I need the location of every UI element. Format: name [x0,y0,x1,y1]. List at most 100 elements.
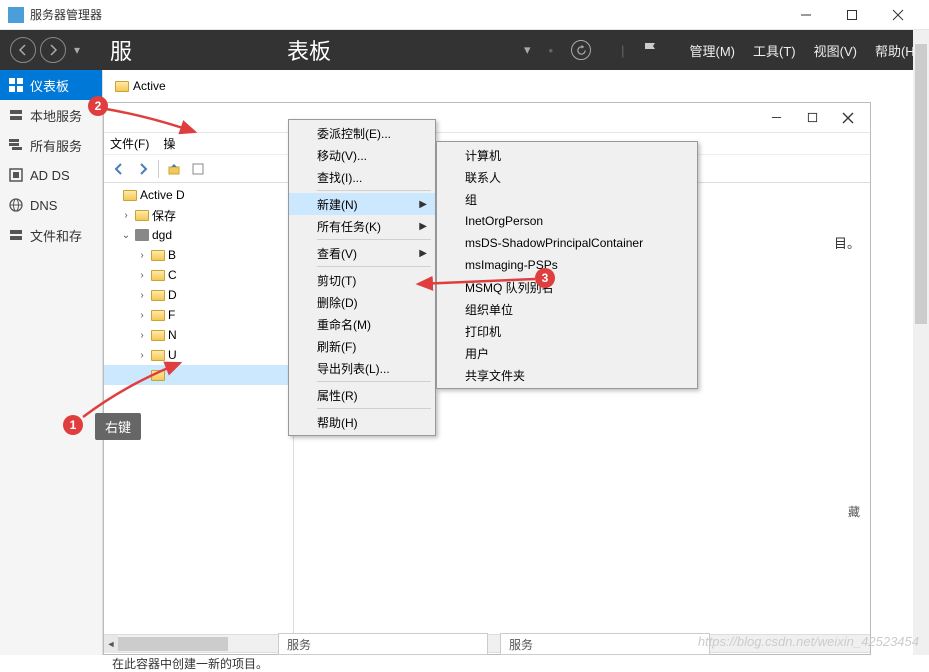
files-icon [8,227,24,243]
submenu-ou[interactable]: 组织单位 [437,298,697,320]
vertical-scrollbar[interactable] [913,30,929,655]
submenu-arrow-icon: ▶ [419,248,427,259]
status-bar: 在此容器中创建一新的项目。 [104,652,870,672]
maximize-button[interactable] [829,0,875,30]
tree-panel[interactable]: Active D ›保存 ⌄dgd ›B ›C ›D ›F ›N ›U [104,183,294,634]
submenu-computer[interactable]: 计算机 [437,144,697,166]
tree-node-selected[interactable] [104,365,293,385]
header-title: 服表板 [110,34,524,66]
annotation-badge-3: 3 [535,268,555,288]
scroll-thumb[interactable] [915,44,927,324]
scroll-left-icon[interactable]: ◄ [104,635,118,653]
submenu-contact[interactable]: 联系人 [437,166,697,188]
folder-icon [151,270,165,281]
flag-icon[interactable] [643,42,657,58]
folder-icon [151,250,165,261]
inner-maximize-button[interactable] [794,106,830,130]
submenu-msds[interactable]: msDS-ShadowPrincipalContainer [437,232,697,254]
menu-alltasks[interactable]: 所有任务(K)▶ [289,215,435,237]
tree-node[interactable]: ›U [104,345,293,365]
sidebar-item-files[interactable]: 文件和存 [0,220,102,250]
menu-properties[interactable]: 属性(R) [289,384,435,406]
submenu-msimaging[interactable]: msImaging-PSPs [437,254,697,276]
menu-cut[interactable]: 剪切(T) [289,269,435,291]
tree-node[interactable]: ›C [104,265,293,285]
watermark: https://blog.csdn.net/weixin_42523454 [698,634,919,649]
tb-forward-button[interactable] [132,158,154,180]
menu-export[interactable]: 导出列表(L)... [289,357,435,379]
sidebar-item-label: AD DS [30,168,70,183]
servers-icon [8,137,24,153]
folder-icon [151,310,165,321]
menu-rename[interactable]: 重命名(M) [289,313,435,335]
strip-label: Active [133,79,166,93]
tree-node[interactable]: ›N [104,325,293,345]
bottom-fragment: 服务 [278,633,488,655]
dashboard-icon [8,77,24,93]
annotation-badge-2: 2 [88,96,108,116]
adds-icon [8,167,24,183]
tb-more-button[interactable] [187,158,209,180]
submenu-group[interactable]: 组 [437,188,697,210]
sidebar-item-label: DNS [30,198,57,213]
nav-dropdown-icon[interactable]: ▾ [74,43,80,57]
submenu-msmq[interactable]: MSMQ 队列别名 [437,276,697,298]
tb-up-button[interactable] [163,158,185,180]
folder-icon [151,350,165,361]
sidebar-item-local[interactable]: 本地服务 [0,100,102,130]
window-title: 服务器管理器 [30,6,783,23]
server-icon [8,107,24,123]
sidebar-item-label: 所有服务 [30,136,82,155]
tree-node[interactable]: ›D [104,285,293,305]
sidebar-item-all[interactable]: 所有服务 [0,130,102,160]
tree-node[interactable]: ›保存 [104,205,293,225]
menu-help[interactable]: 帮助(H) [289,411,435,433]
refresh-button[interactable] [571,40,591,60]
nav-forward-button[interactable] [40,37,66,63]
menu-view[interactable]: 查看(V)▶ [289,242,435,264]
tree-root[interactable]: Active D [104,185,293,205]
submenu-printer[interactable]: 打印机 [437,320,697,342]
header-dropdown-icon[interactable]: ▾ [524,42,531,58]
folder-icon [135,210,149,221]
tb-back-button[interactable] [108,158,130,180]
sidebar-item-dns[interactable]: DNS [0,190,102,220]
menu-refresh[interactable]: 刷新(F) [289,335,435,357]
nav-back-button[interactable] [10,37,36,63]
folder-icon [151,290,165,301]
inner-close-button[interactable] [830,106,866,130]
scroll-thumb[interactable] [118,637,228,651]
sidebar-item-dashboard[interactable]: 仪表板 [0,70,102,100]
details-text: 目。 [834,233,860,252]
menu-move[interactable]: 移动(V)... [289,144,435,166]
window-titlebar: 服务器管理器 [0,0,929,30]
submenu-arrow-icon: ▶ [419,199,427,210]
inner-minimize-button[interactable] [758,106,794,130]
sidebar-item-adds[interactable]: AD DS [0,160,102,190]
tree-node[interactable]: ›F [104,305,293,325]
menu-find[interactable]: 查找(I)... [289,166,435,188]
domain-icon [135,229,149,241]
close-button[interactable] [875,0,921,30]
tree-node[interactable]: ⌄dgd [104,225,293,245]
ou-icon [151,370,165,381]
annotation-tooltip: 右键 [95,413,141,440]
submenu-sharedfolder[interactable]: 共享文件夹 [437,364,697,386]
folder-icon [151,330,165,341]
context-menu: 委派控制(E)... 移动(V)... 查找(I)... 新建(N)▶ 所有任务… [288,119,436,436]
tree-node[interactable]: ›B [104,245,293,265]
side-text: 藏 [848,503,860,520]
menu-new[interactable]: 新建(N)▶ [289,193,435,215]
menu-delete[interactable]: 删除(D) [289,291,435,313]
menu-view[interactable]: 视图(V) [814,41,857,60]
menu-manage[interactable]: 管理(M) [690,41,736,60]
submenu-arrow-icon: ▶ [419,221,427,232]
submenu-inetorg[interactable]: InetOrgPerson [437,210,697,232]
minimize-button[interactable] [783,0,829,30]
menu-file[interactable]: 文件(F) [110,135,149,152]
menu-tools[interactable]: 工具(T) [753,41,796,60]
menu-delegate[interactable]: 委派控制(E)... [289,122,435,144]
folder-icon [115,81,129,92]
menu-ops[interactable]: 操 [163,135,175,152]
submenu-user[interactable]: 用户 [437,342,697,364]
